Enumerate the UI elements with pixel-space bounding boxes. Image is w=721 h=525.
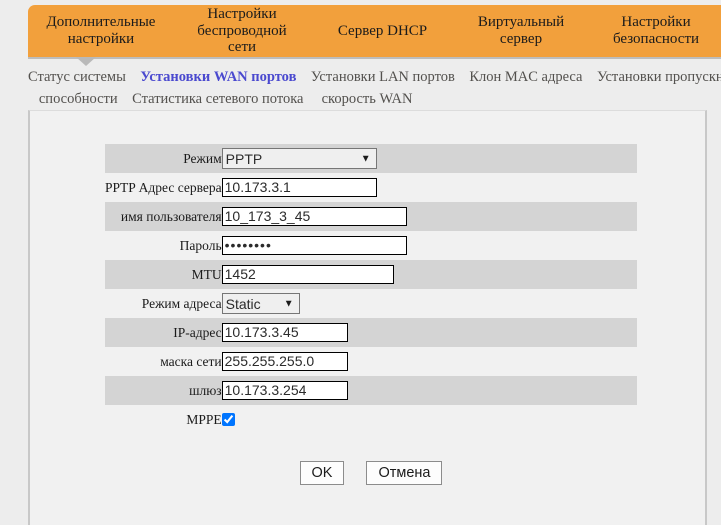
secondary-tab-lan-settings[interactable]: Установки LAN портов xyxy=(311,66,455,88)
wan-settings-form: Режим PPTP ▼ PPTP Адрес сервера и xyxy=(105,144,637,434)
label-subnet-mask: маска сети xyxy=(160,353,222,369)
label-pptp-server-address: PPTP Адрес сервера xyxy=(105,179,222,195)
form-row-password: Пароль xyxy=(105,231,637,260)
secondary-nav-row-2: способности Статистика сетевого потока с… xyxy=(28,88,721,110)
form-row-mtu: MTU xyxy=(105,260,637,289)
gateway-input[interactable] xyxy=(221,380,348,400)
label-address-mode: Режим адреса xyxy=(141,295,222,311)
cancel-button[interactable]: Отмена xyxy=(366,461,443,485)
content-panel: Режим PPTP ▼ PPTP Адрес сервера и xyxy=(28,110,707,525)
label-password: Пароль xyxy=(179,237,222,253)
primary-tab-advanced-settings[interactable]: Дополнительные настройки xyxy=(28,14,174,48)
form-row-username: имя пользователя xyxy=(105,202,637,231)
subnet-mask-input[interactable] xyxy=(221,351,348,371)
label-mtu: MTU xyxy=(105,260,222,289)
mode-select[interactable]: PPTP xyxy=(221,148,377,169)
username-input[interactable] xyxy=(221,206,407,226)
secondary-tab-bandwidth[interactable]: Установки пропускной xyxy=(597,66,721,88)
mppe-checkbox[interactable] xyxy=(221,413,235,427)
form-row-ip-address: IP-адрес xyxy=(105,318,637,347)
primary-nav: Дополнительные настройки Настройки беспр… xyxy=(28,5,721,57)
secondary-tab-system-status[interactable]: Статус системы xyxy=(28,66,126,88)
secondary-tab-wan-settings[interactable]: Установки WAN портов xyxy=(140,66,296,88)
mode-select-wrapper: PPTP ▼ xyxy=(221,148,377,169)
primary-tab-wireless-settings[interactable]: Настройки беспроводной сети xyxy=(174,6,310,57)
active-tab-pointer-icon xyxy=(76,57,96,66)
ok-button[interactable]: OK xyxy=(299,461,345,485)
secondary-tab-mac-clone[interactable]: Клон MAC адреса xyxy=(469,66,582,88)
mtu-input[interactable] xyxy=(221,264,394,284)
secondary-tab-bandwidth-cont[interactable]: способности xyxy=(39,88,118,110)
secondary-nav-row-1: Статус системы Установки WAN портов Уста… xyxy=(28,66,721,88)
form-row-mppe: MPPE xyxy=(105,405,637,434)
form-row-address-mode: Режим адреса Static ▼ xyxy=(105,289,637,318)
primary-tab-security-settings[interactable]: Настройки безопасности xyxy=(587,14,721,48)
primary-tab-dhcp-server[interactable]: Сервер DHCP xyxy=(310,23,455,40)
secondary-tab-wan-speed[interactable]: скорость WAN xyxy=(322,88,413,110)
label-gateway: шлюз xyxy=(105,376,222,405)
primary-tab-virtual-server[interactable]: Виртуальный сервер xyxy=(455,14,587,48)
form-row-pptp-server-address: PPTP Адрес сервера xyxy=(105,173,637,202)
secondary-tab-traffic-stats[interactable]: Статистика сетевого потока xyxy=(132,88,303,110)
form-button-bar: OK Отмена xyxy=(105,461,637,485)
secondary-nav: Статус системы Установки WAN портов Уста… xyxy=(28,66,721,110)
form-row-subnet-mask: маска сети xyxy=(105,347,637,376)
pptp-server-address-input[interactable] xyxy=(221,177,377,197)
label-mppe: MPPE xyxy=(186,411,222,427)
address-mode-select[interactable]: Static xyxy=(221,293,300,314)
label-mode: Режим xyxy=(105,144,222,173)
label-ip-address: IP-адрес xyxy=(105,318,222,347)
ip-address-input[interactable] xyxy=(221,322,348,342)
label-username: имя пользователя xyxy=(105,202,222,231)
address-mode-select-wrapper: Static ▼ xyxy=(221,293,300,314)
form-row-mode: Режим PPTP ▼ xyxy=(105,144,637,173)
password-input[interactable] xyxy=(221,235,407,255)
form-row-gateway: шлюз xyxy=(105,376,637,405)
